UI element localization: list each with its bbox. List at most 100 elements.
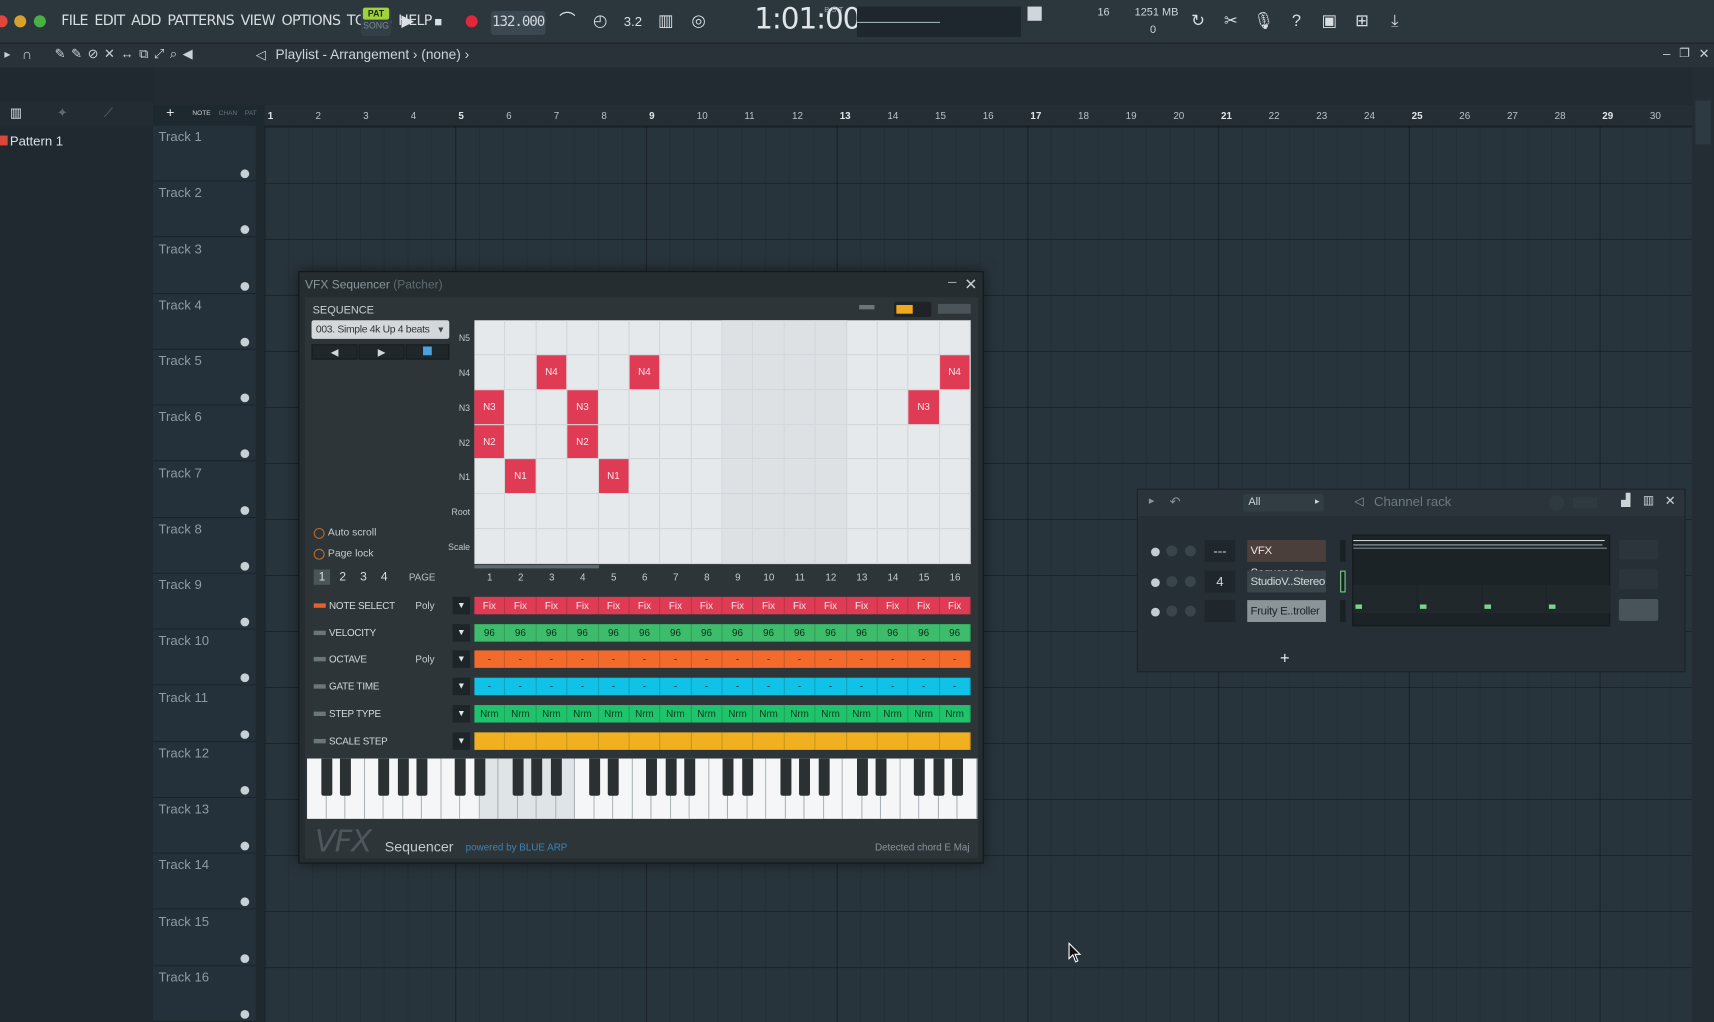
grid-cell[interactable] — [908, 529, 940, 564]
lane-value[interactable] — [940, 731, 971, 750]
grid-cell[interactable] — [660, 424, 692, 460]
grid-cell[interactable] — [784, 389, 816, 425]
lane-value[interactable]: Nrm — [567, 704, 599, 723]
grid-cell[interactable] — [939, 459, 971, 495]
vertical-scrollbar[interactable] — [1692, 67, 1714, 1022]
grid-cell[interactable] — [598, 320, 630, 356]
track-mute-led[interactable] — [240, 673, 250, 683]
grid-cell[interactable] — [629, 494, 661, 530]
lane-value[interactable]: Fix — [878, 596, 909, 615]
channel-name-button[interactable]: StudioV..Stereo — [1247, 570, 1326, 592]
lane-value[interactable]: - — [785, 650, 816, 669]
lane-value[interactable] — [505, 731, 537, 750]
lane-value[interactable]: - — [505, 650, 537, 669]
lane-value[interactable]: Fix — [785, 596, 816, 615]
track-header[interactable]: Track 16 — [153, 966, 256, 1022]
grid-cell[interactable] — [846, 320, 878, 356]
channel-mute-led[interactable] — [1151, 577, 1160, 587]
lane-value[interactable]: - — [847, 677, 878, 696]
powered-by-link[interactable]: powered by BLUE ARP — [466, 842, 568, 853]
note-cell[interactable]: N3 — [908, 389, 939, 424]
black-key[interactable] — [856, 758, 868, 796]
grid-cell[interactable] — [567, 494, 599, 530]
timeline-ruler[interactable]: 1 2 3 4 5 6 7 8 9 10 11 12 13 14 15 16 17 18 19 20 21 22 23 24 2… — [264, 104, 1693, 127]
lane-value[interactable]: Nrm — [536, 704, 568, 723]
rack-arrow-icon[interactable]: ▸ — [1149, 495, 1154, 507]
grid-cell[interactable] — [722, 494, 754, 530]
grid-cell[interactable] — [784, 320, 816, 356]
lane-value[interactable]: Nrm — [847, 704, 878, 723]
poly-toggle[interactable]: Poly — [415, 654, 434, 665]
lane-value[interactable] — [723, 731, 754, 750]
lane-value[interactable]: 96 — [878, 623, 909, 642]
tool-icons[interactable]: ✎✎⊘✕↔⧉⤢⌕◀ — [55, 46, 199, 62]
group-filter-select[interactable]: All ▸ — [1242, 494, 1324, 512]
lane-value[interactable]: 96 — [816, 623, 847, 642]
menu-edit[interactable]: EDIT — [94, 13, 125, 29]
grid-cell[interactable] — [877, 494, 909, 530]
grid-cell[interactable] — [784, 355, 816, 390]
note-cell[interactable]: N1 — [598, 459, 629, 494]
lane-value[interactable] — [785, 731, 816, 750]
lane-value[interactable]: Nrm — [754, 704, 785, 723]
lane-value[interactable]: Fix — [847, 596, 878, 615]
lane-value[interactable]: 96 — [785, 623, 816, 642]
lane-value[interactable] — [692, 731, 723, 750]
grid-cell[interactable] — [877, 389, 909, 425]
lane-value[interactable] — [536, 731, 568, 750]
grid-cell[interactable] — [536, 320, 568, 356]
black-key[interactable] — [742, 758, 753, 796]
black-key[interactable] — [818, 758, 830, 796]
note-cell[interactable]: N3 — [567, 389, 598, 424]
grid-cell[interactable] — [567, 320, 599, 356]
track-header[interactable]: Track 1 — [153, 126, 256, 182]
grid-cell[interactable] — [505, 320, 537, 356]
lane-value[interactable] — [661, 731, 692, 750]
grid-cell[interactable] — [784, 424, 816, 460]
lane-value[interactable]: - — [474, 677, 506, 696]
page-3-button[interactable]: 3 — [355, 570, 371, 585]
grid-cell[interactable] — [784, 494, 816, 530]
track-header[interactable]: Track 3 — [153, 238, 256, 294]
channel-mute-led[interactable] — [1151, 547, 1160, 557]
channel-pan-knob[interactable] — [1184, 545, 1196, 557]
lane-value[interactable]: 96 — [598, 623, 630, 642]
track-mute-led[interactable] — [240, 225, 250, 235]
black-key[interactable] — [416, 758, 428, 796]
lane-values[interactable]: ---------------- — [474, 677, 971, 696]
breadcrumb[interactable]: Playlist - Arrangement › (none) › — [275, 47, 469, 62]
lane-value[interactable]: - — [629, 677, 661, 696]
grid-cell[interactable] — [846, 424, 878, 460]
minimize-icon[interactable]: – — [948, 272, 957, 289]
lane-value[interactable]: Nrm — [878, 704, 909, 723]
mixer-track-number[interactable] — [1204, 600, 1236, 622]
lane-value[interactable]: - — [785, 677, 816, 696]
record-button[interactable] — [459, 10, 483, 34]
track-header[interactable]: Track 10 — [153, 630, 256, 686]
black-key[interactable] — [397, 758, 409, 796]
note-cell[interactable]: N2 — [474, 424, 505, 459]
note-cell[interactable]: N1 — [505, 459, 536, 494]
close-icon[interactable]: ✕ — [964, 275, 977, 294]
grid-cell[interactable] — [629, 529, 661, 564]
lane-value[interactable]: Nrm — [692, 704, 723, 723]
channel-pan-knob[interactable] — [1184, 605, 1196, 617]
grid-cell[interactable] — [722, 389, 754, 425]
track-mute-led[interactable] — [240, 785, 250, 795]
lane-value[interactable]: - — [723, 677, 754, 696]
grid-cell[interactable] — [505, 424, 537, 460]
lane-value[interactable]: Nrm — [505, 704, 537, 723]
next-preset-button[interactable]: ▶ — [358, 344, 405, 360]
grid-cell[interactable] — [815, 459, 847, 495]
channel-volume-knob[interactable] — [1166, 575, 1178, 587]
grid-cell[interactable] — [722, 355, 754, 390]
prev-preset-button[interactable]: ◀ — [311, 344, 358, 360]
grid-cell[interactable] — [660, 320, 692, 356]
lane-value[interactable] — [567, 731, 599, 750]
track-mute-led[interactable] — [240, 561, 250, 571]
chevron-down-icon[interactable]: ▼ — [452, 650, 471, 669]
lane-value[interactable]: Fix — [567, 596, 599, 615]
channel-name-button[interactable]: VFX Sequencer — [1247, 539, 1326, 579]
grid-cell[interactable] — [505, 389, 537, 425]
track-mute-led[interactable] — [240, 169, 250, 179]
